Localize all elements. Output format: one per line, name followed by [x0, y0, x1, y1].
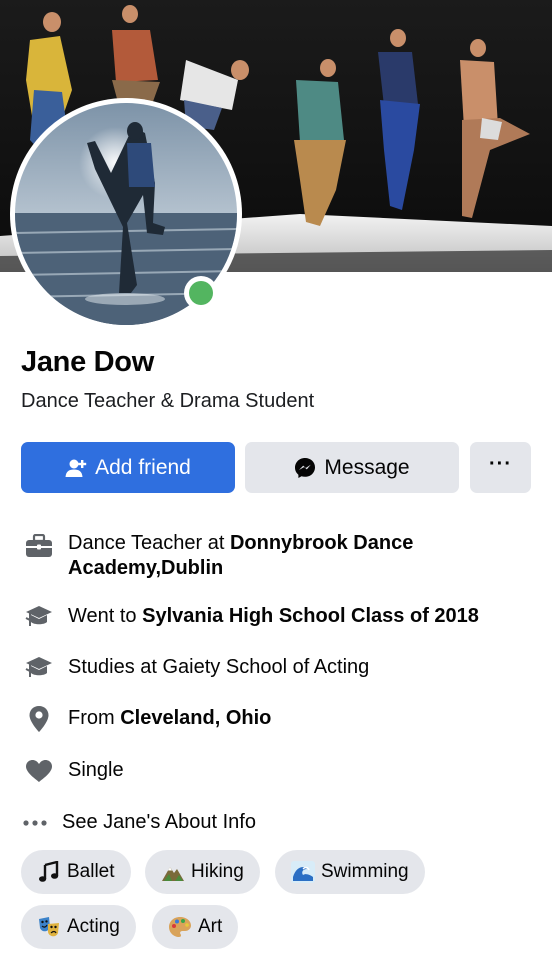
- interest-chip-swimming[interactable]: Swimming: [275, 850, 425, 894]
- message-label: Message: [324, 455, 410, 479]
- profile-name: Jane Dow: [21, 346, 154, 378]
- add-person-icon: [65, 458, 87, 478]
- music-note-icon: [37, 860, 61, 884]
- online-status-indicator: [184, 276, 218, 310]
- briefcase-icon: [24, 531, 54, 561]
- about-from-text: From Cleveland, Ohio: [68, 706, 532, 731]
- more-options-button[interactable]: ···: [470, 442, 531, 493]
- interest-chip-art[interactable]: Art: [152, 905, 239, 949]
- online-dot: [189, 281, 213, 305]
- add-friend-button[interactable]: Add friend: [21, 442, 235, 493]
- mountain-icon: [161, 860, 185, 884]
- about-work-text: Dance Teacher at Donnybrook Dance Academ…: [68, 531, 532, 581]
- school-place-link[interactable]: Sylvania High School Class of 2018: [142, 605, 479, 627]
- water-wave-icon: [291, 860, 315, 884]
- interest-label: Art: [198, 916, 223, 937]
- interest-label: Swimming: [321, 861, 409, 882]
- interest-chip-ballet[interactable]: Ballet: [21, 850, 131, 894]
- interest-label: Acting: [67, 916, 120, 937]
- from-place-link[interactable]: Cleveland, Ohio: [120, 707, 271, 729]
- interest-label: Hiking: [191, 861, 244, 882]
- add-friend-label: Add friend: [95, 455, 191, 479]
- interest-label: Ballet: [67, 861, 115, 882]
- theater-masks-icon: [37, 915, 61, 939]
- about-relationship-text: Single: [68, 759, 124, 781]
- work-prefix: Dance Teacher at: [68, 532, 230, 554]
- palette-icon: [168, 915, 192, 939]
- interest-chip-acting[interactable]: Acting: [21, 905, 136, 949]
- graduation-cap-icon: [24, 602, 54, 632]
- heart-icon: [24, 756, 54, 786]
- messenger-icon: [294, 457, 316, 479]
- interest-chip-hiking[interactable]: Hiking: [145, 850, 260, 894]
- from-prefix: From: [68, 707, 121, 729]
- message-button[interactable]: Message: [245, 442, 459, 493]
- see-about-info-text[interactable]: See Jane's About Info: [62, 810, 532, 835]
- more-dots-icon: [20, 808, 50, 838]
- graduation-cap-icon: [24, 653, 54, 683]
- location-pin-icon: [24, 704, 54, 734]
- school-prefix: Went to: [68, 605, 143, 627]
- about-studies-text: Studies at Gaiety School of Acting: [68, 656, 370, 678]
- profile-tagline: Dance Teacher & Drama Student: [21, 390, 315, 412]
- more-dots-icon: ···: [489, 452, 512, 475]
- about-school-text: Went to Sylvania High School Class of 20…: [68, 604, 532, 629]
